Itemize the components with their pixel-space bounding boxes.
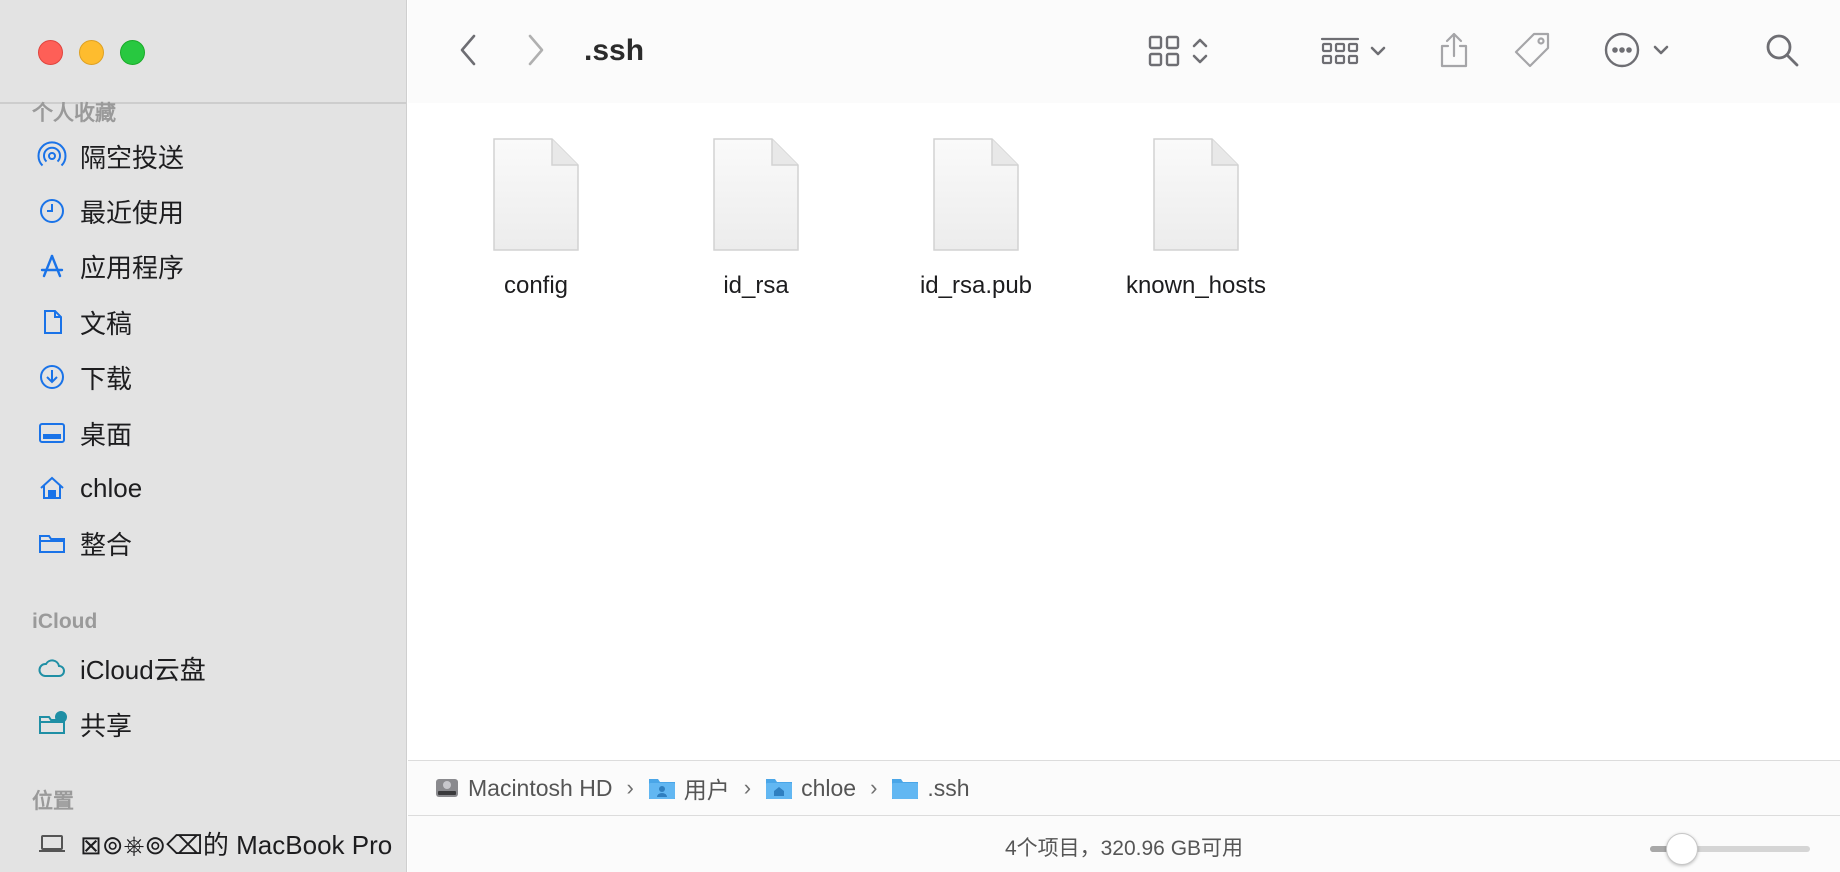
icloud-section-title: iCloud	[32, 610, 98, 633]
hard-drive-icon	[436, 779, 458, 797]
sidebar-item-label: 下载	[80, 363, 133, 394]
chevron-down-icon	[1370, 46, 1386, 56]
document-icon	[36, 306, 68, 338]
home-folder-icon	[766, 779, 793, 799]
window-controls	[38, 40, 145, 65]
back-icon	[460, 34, 476, 66]
grid-view-icon	[1148, 35, 1180, 67]
sidebar-item-desktop[interactable]: 桌面	[36, 413, 396, 453]
minimize-button[interactable]	[79, 40, 104, 65]
sidebar-item-label: 最近使用	[80, 197, 185, 228]
clock-icon	[36, 195, 68, 227]
path-bar: Macintosh HD › 用户 › chloe › .ssh	[408, 760, 1840, 816]
chevron-right-icon: ›	[626, 775, 634, 800]
path-item-chloe[interactable]: chloe	[765, 775, 856, 802]
more-actions-button[interactable]	[1592, 26, 1682, 74]
path-item-label: .ssh	[927, 774, 970, 801]
document-file-icon	[1151, 136, 1241, 254]
path-item-label: chloe	[801, 774, 857, 801]
download-icon	[36, 361, 68, 393]
sidebar-item-label: 文稿	[80, 308, 133, 339]
sidebar-item-shared[interactable]: 共享	[36, 704, 396, 744]
icon-size-slider-thumb[interactable]	[1666, 833, 1698, 865]
view-mode-button[interactable]	[1138, 30, 1218, 72]
tag-button[interactable]	[1508, 26, 1556, 74]
laptop-icon	[36, 827, 68, 859]
cloud-icon	[36, 652, 68, 684]
chevron-down-icon	[1653, 45, 1669, 55]
folder-icon	[892, 779, 919, 799]
sidebar-item-downloads[interactable]: 下载	[36, 357, 396, 397]
desktop-icon	[36, 417, 68, 449]
sidebar-item-documents[interactable]: 文稿	[36, 302, 396, 342]
folder-icon	[36, 527, 68, 559]
path-item-users[interactable]: 用户	[648, 771, 730, 805]
file-name: known_hosts	[1125, 272, 1267, 299]
document-file-icon	[711, 136, 801, 254]
document-file-icon	[931, 136, 1021, 254]
close-button[interactable]	[38, 40, 63, 65]
share-button[interactable]	[1432, 26, 1476, 74]
zoom-button[interactable]	[120, 40, 145, 65]
sidebar-item-label: iCloud云盘	[80, 654, 206, 685]
chevron-right-icon: ›	[743, 775, 752, 800]
window-title: .ssh	[584, 34, 645, 67]
sidebar-item-label: 共享	[80, 710, 133, 741]
status-text: 4个项目，320.96 GB可用	[1004, 837, 1244, 860]
forward-icon	[528, 34, 544, 66]
file-item-config[interactable]: config	[446, 136, 626, 300]
chevron-right-icon: ›	[870, 775, 878, 800]
share-icon	[1440, 32, 1468, 68]
file-item-id-rsa[interactable]: id_rsa	[666, 136, 846, 300]
sidebar-item-label: 整合	[80, 529, 133, 560]
sidebar-item-airdrop[interactable]: 隔空投送	[36, 136, 396, 176]
file-name: id_rsa.pub	[919, 272, 1033, 299]
sidebar-item-applications[interactable]: 应用程序	[36, 246, 396, 286]
favorites-section-title: 个人收藏	[32, 102, 116, 125]
locations-section-title: 位置	[32, 790, 74, 813]
sidebar-item-home[interactable]: chloe	[36, 468, 396, 508]
search-button[interactable]	[1758, 26, 1806, 74]
group-button[interactable]	[1314, 30, 1394, 72]
more-icon	[1604, 32, 1640, 68]
search-icon	[1766, 34, 1799, 67]
file-item-id-rsa-pub[interactable]: id_rsa.pub	[886, 136, 1066, 300]
toolbar: .ssh	[408, 0, 1840, 103]
status-bar: 4个项目，320.96 GB可用	[408, 816, 1840, 872]
sidebar-item-label: 应用程序	[80, 252, 185, 283]
icon-size-slider[interactable]	[1650, 833, 1810, 865]
path-item-ssh[interactable]: .ssh	[891, 774, 970, 802]
back-button[interactable]	[448, 28, 488, 72]
file-browser-area[interactable]: config id_rsa id_rsa.pub known_hosts	[408, 103, 1840, 760]
tag-icon	[1514, 32, 1550, 68]
document-file-icon	[491, 136, 581, 254]
path-item-label: Macintosh HD	[468, 774, 613, 801]
file-name: id_rsa	[723, 272, 789, 299]
path-item-macintosh-hd[interactable]: Macintosh HD	[434, 775, 612, 802]
sidebar-item-macbook[interactable]: ⊠⊚⎈⊚⌫的 MacBook Pro	[36, 823, 396, 863]
users-folder-icon	[648, 779, 675, 799]
sidebar-item-label: ⊠⊚⎈⊚⌫的 MacBook Pro	[80, 829, 393, 860]
sidebar: 个人收藏 隔空投送 最近使用 应用程序 文稿 下载 桌面 chloe 整合 iC…	[0, 0, 407, 872]
sidebar-item-recents[interactable]: 最近使用	[36, 191, 396, 231]
group-icon	[1320, 37, 1360, 65]
chevron-updown-icon	[1192, 38, 1208, 64]
path-item-label: 用户	[683, 777, 730, 803]
sidebar-item-label: chloe	[80, 472, 143, 503]
file-item-known-hosts[interactable]: known_hosts	[1106, 136, 1286, 300]
sidebar-item-label: 隔空投送	[80, 142, 185, 173]
forward-button[interactable]	[516, 28, 556, 72]
sidebar-item-integration[interactable]: 整合	[36, 523, 396, 563]
shared-folder-icon	[36, 708, 68, 740]
home-icon	[36, 472, 68, 504]
airdrop-icon	[36, 140, 68, 172]
sidebar-item-label: 桌面	[80, 419, 133, 450]
sidebar-item-icloud-drive[interactable]: iCloud云盘	[36, 648, 396, 688]
apps-icon	[36, 250, 68, 282]
file-name: config	[503, 272, 569, 299]
